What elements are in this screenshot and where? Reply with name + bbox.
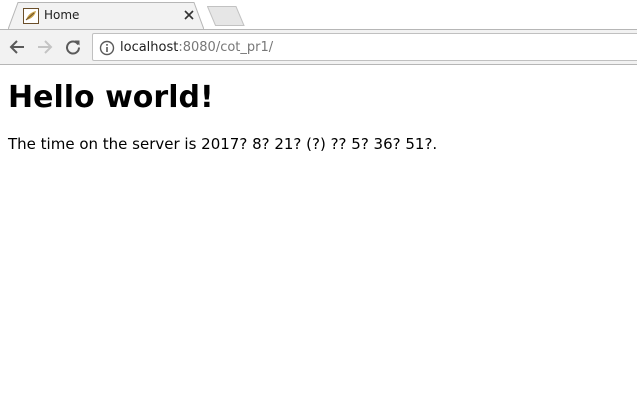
forward-arrow-icon[interactable] <box>35 37 55 57</box>
url-host: localhost <box>120 40 179 55</box>
page-content: Hello world! The time on the server is 2… <box>8 66 637 153</box>
url-path: :8080/cot_pr1/ <box>178 40 274 55</box>
back-arrow-icon[interactable] <box>7 37 27 57</box>
leaf-favicon-icon <box>23 8 39 24</box>
server-time-text: The time on the server is 2017? 8? 21? (… <box>8 135 438 153</box>
new-tab-button[interactable] <box>207 6 245 26</box>
page-heading: Hello world! <box>8 80 214 115</box>
info-icon[interactable] <box>99 40 115 56</box>
address-bar[interactable]: localhost:8080/cot_pr1/ <box>92 33 637 61</box>
tab-title: Home <box>44 8 80 22</box>
reload-icon[interactable] <box>63 37 83 57</box>
url-text[interactable]: localhost:8080/cot_pr1/ <box>120 40 273 55</box>
browser-tab-home[interactable]: Home <box>8 2 204 30</box>
close-icon[interactable] <box>181 7 197 23</box>
tab-strip: Home <box>0 0 637 30</box>
browser-toolbar: localhost:8080/cot_pr1/ <box>0 30 637 65</box>
